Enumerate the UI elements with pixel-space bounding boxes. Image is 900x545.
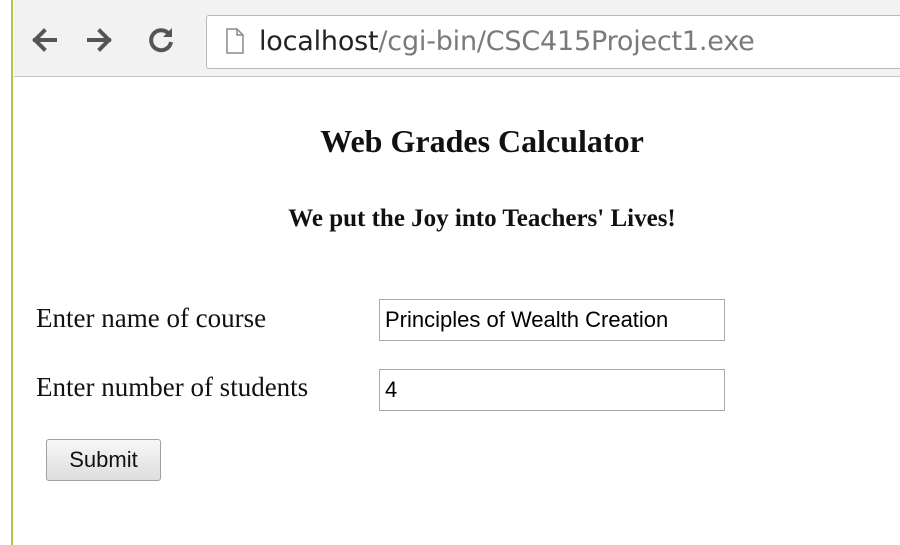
back-button[interactable]	[24, 20, 64, 60]
url-host: localhost	[259, 26, 379, 57]
address-bar[interactable]: localhost/cgi-bin/CSC415Project1.exe	[206, 15, 900, 69]
forward-arrow-icon	[87, 28, 112, 52]
window-accent-bar	[11, 0, 13, 545]
reload-icon	[149, 28, 173, 53]
page-subtitle: We put the Joy into Teachers' Lives!	[288, 205, 676, 232]
submit-button[interactable]: Submit	[46, 439, 161, 481]
course-name-label: Enter name of course	[36, 303, 267, 333]
window-left-edge	[0, 0, 14, 545]
page-title: Web Grades Calculator	[320, 123, 644, 159]
student-count-label: Enter number of students	[36, 372, 309, 402]
url-path: /cgi-bin/CSC415Project1.exe	[378, 26, 755, 57]
page-content: Web Grades Calculator We put the Joy int…	[14, 77, 900, 545]
back-arrow-icon	[32, 28, 57, 52]
reload-button[interactable]	[141, 20, 181, 60]
forward-button[interactable]	[80, 20, 120, 60]
browser-toolbar: localhost/cgi-bin/CSC415Project1.exe	[14, 0, 900, 77]
document-page-icon	[226, 28, 244, 54]
student-count-input[interactable]	[379, 369, 725, 411]
course-name-input[interactable]	[379, 299, 725, 341]
url-text[interactable]: localhost/cgi-bin/CSC415Project1.exe	[259, 26, 755, 58]
